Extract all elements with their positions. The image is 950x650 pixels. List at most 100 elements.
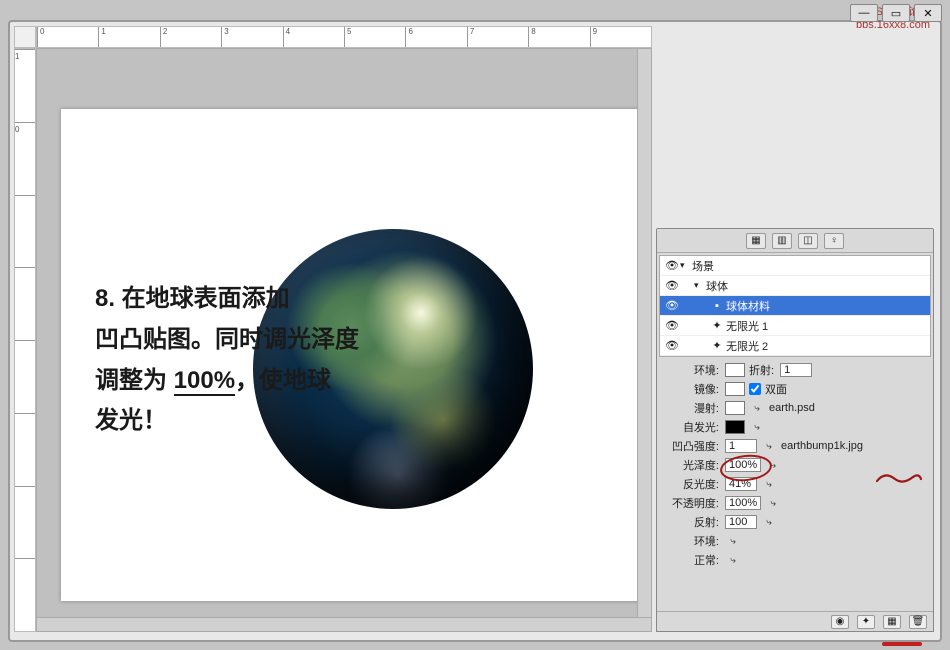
tree-label: 场景 [692,258,926,274]
disclosure-icon[interactable]: ▾ [680,260,692,271]
scene-tree: 👁 ▾ 场景 👁 ▾ 球体 👁 ▪ 球体材料 👁 ✦ 无限光 1 [659,255,931,357]
prop-label: 光泽度: [661,457,721,473]
tab-materials-icon[interactable]: ◫ [798,233,818,249]
ruler-v-tick [15,195,35,268]
tree-row-light1[interactable]: 👁 ✦ 无限光 1 [660,316,930,336]
tree-label: 无限光 1 [726,318,926,334]
tab-scene-icon[interactable]: ▦ [746,233,766,249]
tree-label: 球体材料 [726,298,926,314]
annotation-text: 调整为 [95,367,174,394]
prop-label: 折射: [749,362,776,378]
annotation-line: 凹凸贴图。同时调光泽度 [95,320,375,361]
tab-mesh-icon[interactable]: ▥ [772,233,792,249]
ruler-v-tick: 1 [15,49,35,122]
mirror-swatch[interactable] [725,382,745,396]
scrollbar-horizontal[interactable] [37,617,651,631]
visibility-icon[interactable]: 👁 [664,279,680,292]
panel-footer: ◉ ✦ ▦ 🗑 [657,611,933,631]
opacity-field[interactable]: 100% [725,496,761,510]
status-indicator [882,642,922,646]
canvas-viewport[interactable]: 8. 在地球表面添加 凹凸贴图。同时调光泽度 调整为 100%，使地球 发光！ [36,48,652,632]
bump-field[interactable]: 1 [725,439,757,453]
annotation-text: ，使地球 [235,367,331,394]
annotation-underlined: 100% [174,367,235,396]
tab-lights-icon[interactable]: ♀ [824,233,844,249]
visibility-icon[interactable]: 👁 [664,259,680,272]
selfillum-swatch[interactable] [725,420,745,434]
texture-link-icon[interactable]: ⤷ [765,458,781,472]
doubleside-label: 双面 [765,381,787,397]
ruler-h-tick: 3 [221,27,282,47]
ruler-h-tick: 0 [37,27,98,47]
annotation-line: 8. 在地球表面添加 [95,279,375,320]
texture-link-icon[interactable]: ⤷ [765,496,781,510]
prop-reflect: 反射: 100 ⤷ [661,513,929,531]
texture-link-icon[interactable]: ⤷ [761,477,777,491]
prop-label: 自发光: [661,419,721,435]
ruler-horizontal[interactable]: 0 1 2 3 4 5 6 7 8 9 [36,26,652,48]
maximize-button[interactable]: ▭ [882,4,910,22]
canvas[interactable]: 8. 在地球表面添加 凹凸贴图。同时调光泽度 调整为 100%，使地球 发光！ [61,109,641,601]
prop-label: 反射: [661,514,721,530]
annotation-handwriting: 8. 在地球表面添加 凹凸贴图。同时调光泽度 调整为 100%，使地球 发光！ [95,279,375,442]
ruler-vertical[interactable]: 1 0 [14,48,36,632]
ruler-v-tick [15,340,35,413]
ruler-h-tick: 4 [283,27,344,47]
ruler-v-tick [15,558,35,631]
minimize-button[interactable]: — [850,4,878,22]
reflect-field[interactable]: 100 [725,515,757,529]
prop-label: 不透明度: [661,495,721,511]
tree-label: 无限光 2 [726,338,926,354]
light-toggle-icon[interactable]: ✦ [857,615,875,629]
texture-link-icon[interactable]: ⤷ [749,401,765,415]
delete-icon[interactable]: 🗑 [909,615,927,629]
ruler-h-tick: 6 [405,27,466,47]
prop-label: 镜像: [661,381,721,397]
disclosure-icon[interactable]: ▾ [694,280,706,291]
prop-environment: 环境: 折射: 1 [661,361,929,379]
new-icon[interactable]: ▦ [883,615,901,629]
annotation-line: 发光！ [95,401,375,442]
prop-label: 反光度: [661,476,721,492]
ruler-h-tick: 2 [160,27,221,47]
ruler-v-tick [15,267,35,340]
specular-field[interactable]: 41% [725,477,757,491]
material-icon: ▪ [708,300,726,312]
tree-row-scene[interactable]: 👁 ▾ 场景 [660,256,930,276]
material-properties: 环境: 折射: 1 镜像: 双面 漫射: ⤷ earth.psd 自发光: [657,359,933,571]
prop-label: 凹凸强度: [661,438,721,454]
prop-label: 正常: [661,552,721,568]
ruler-h-tick: 7 [467,27,528,47]
ruler-v-tick [15,413,35,486]
prop-normal: 正常: ⤷ [661,551,929,569]
doubleside-checkbox[interactable] [749,383,761,395]
texture-link-icon[interactable]: ⤷ [761,515,777,529]
env-swatch[interactable] [725,363,745,377]
texture-link-icon[interactable]: ⤷ [761,439,777,453]
scrollbar-vertical[interactable] [637,49,651,617]
diffuse-swatch[interactable] [725,401,745,415]
visibility-icon[interactable]: 👁 [664,319,680,332]
window-controls: — ▭ ✕ [842,0,950,26]
visibility-icon[interactable]: 👁 [664,299,680,312]
document-window: 0 1 2 3 4 5 6 7 8 9 1 0 8. 在地球表面添加 凹凸贴图。… [8,20,942,642]
ruler-corner[interactable] [14,26,36,48]
tree-row-light2[interactable]: 👁 ✦ 无限光 2 [660,336,930,356]
gloss-field[interactable]: 100% [725,458,761,472]
texture-link-icon[interactable]: ⤷ [725,553,741,567]
prop-label: 环境: [661,533,721,549]
texture-link-icon[interactable]: ⤷ [749,420,765,434]
prop-label: 环境: [661,362,721,378]
prop-bump: 凹凸强度: 1 ⤷ earthbump1k.jpg [661,437,929,455]
tree-row-material[interactable]: 👁 ▪ 球体材料 [660,296,930,316]
close-button[interactable]: ✕ [914,4,942,22]
annotation-scribble [875,469,923,487]
visibility-icon[interactable]: 👁 [664,339,680,352]
render-icon[interactable]: ◉ [831,615,849,629]
tree-row-sphere[interactable]: 👁 ▾ 球体 [660,276,930,296]
panel-tab-row: ▦ ▥ ◫ ♀ [657,229,933,253]
texture-link-icon[interactable]: ⤷ [725,534,741,548]
prop-opacity: 不透明度: 100% ⤷ [661,494,929,512]
prop-diffuse: 漫射: ⤷ earth.psd [661,399,929,417]
refraction-field[interactable]: 1 [780,363,812,377]
